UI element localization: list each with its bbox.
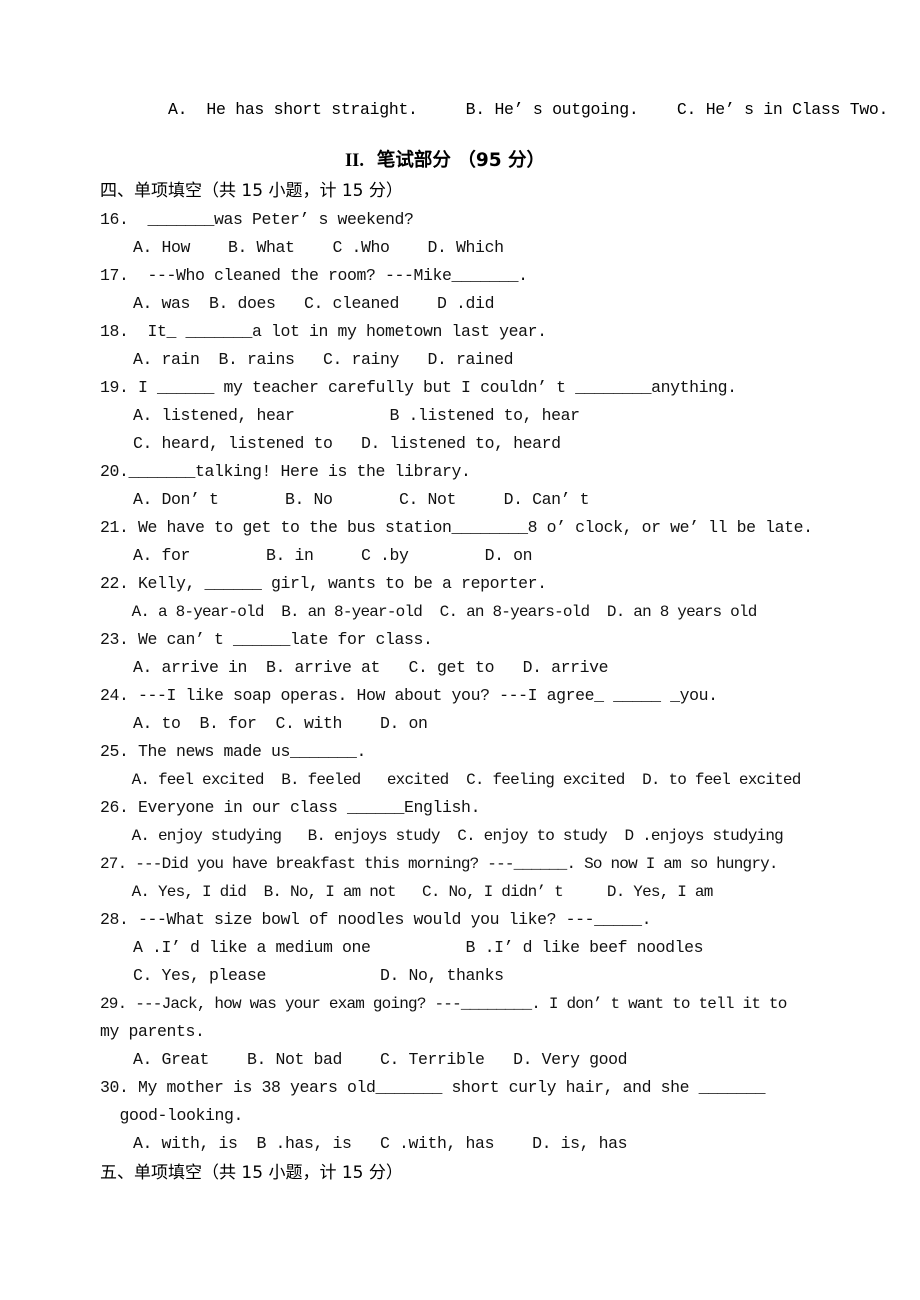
question-stem-19: 19. I ______ my teacher carefully but I … — [100, 378, 737, 397]
question-options-16-a: A. How B. What C .Who D. Which — [114, 238, 504, 257]
question-options-17-a: A. was B. does C. cleaned D .did — [114, 294, 495, 313]
question-stem-27: 27. ---Did you have breakfast this morni… — [100, 855, 779, 873]
question-stem-29: 29. ---Jack, how was your exam going? --… — [100, 995, 787, 1013]
question-options-18-a: A. rain B. rains C. rainy D. rained — [114, 350, 514, 369]
question-stem-20: 20._______talking! Here is the library. — [100, 462, 471, 481]
question-options-24-a: A. to B. for C. with D. on — [114, 714, 428, 733]
question-stem-18: 18. It_ _______a lot in my hometown last… — [100, 322, 547, 341]
question-stem-24: 24. ---I like soap operas. How about you… — [100, 686, 718, 705]
section-title-separator — [364, 150, 377, 171]
question-options-19-b: C. heard, listened to D. listened to, he… — [114, 434, 561, 453]
question-stem-28: 28. ---What size bowl of noodles would y… — [100, 910, 652, 929]
question-options-27-a: A. Yes, I did B. No, I am not C. No, I d… — [114, 883, 714, 901]
question-options-28-a: A .I’ d like a medium one B .I’ d like b… — [114, 938, 704, 957]
question-stem-22: 22. Kelly, ______ girl, wants to be a re… — [100, 574, 547, 593]
question-stem-16: 16. _______was Peter’ s weekend? — [100, 210, 414, 229]
question-options-30-a: A. with, is B .has, is C .with, has D. i… — [114, 1134, 628, 1153]
question-stem-26: 26. Everyone in our class ______English. — [100, 798, 481, 817]
section-title: II. 笔试部分 （95 分） — [100, 146, 860, 176]
question-options-19-a: A. listened, hear B .listened to, hear — [114, 406, 580, 425]
question-stem-29-continuation: my parents. — [100, 1022, 205, 1041]
section-title-roman: II. — [344, 151, 364, 171]
exam-paper-page: A. He has short straight. B. He’ s outgo… — [0, 0, 920, 1300]
question-options-20-a: A. Don’ t B. No C. Not D. Can’ t — [114, 490, 590, 509]
page-content: A. He has short straight. B. He’ s outgo… — [100, 96, 889, 1188]
question-stem-17: 17. ---Who cleaned the room? ---Mike____… — [100, 266, 528, 285]
question-stem-23: 23. We can’ t ______late for class. — [100, 630, 433, 649]
question-stem-30-continuation: good-looking. — [110, 1106, 244, 1125]
section-title-points: （95 分） — [457, 150, 546, 171]
question-options-25-a: A. feel excited B. feeled excited C. fee… — [114, 771, 802, 789]
question-options-28-b: C. Yes, please D. No, thanks — [114, 966, 504, 985]
question-stem-30: 30. My mother is 38 years old_______ sho… — [100, 1078, 766, 1097]
question-options-21-a: A. for B. in C .by D. on — [114, 546, 533, 565]
heading-section-four: 四、单项填空（共 15 小题，计 15 分） — [100, 181, 403, 201]
carry-over-choices-line: A. He has short straight. B. He’ s outgo… — [168, 100, 889, 119]
question-stem-25: 25. The news made us_______. — [100, 742, 367, 761]
section-title-chinese: 笔试部分 — [376, 150, 451, 171]
question-options-26-a: A. enjoy studying B. enjoys study C. enj… — [114, 827, 784, 845]
question-options-29-a: A. Great B. Not bad C. Terrible D. Very … — [114, 1050, 628, 1069]
question-options-22-a: A. a 8-year-old B. an 8-year-old C. an 8… — [114, 603, 758, 621]
spacer-before-section-title — [100, 124, 860, 146]
heading-section-five: 五、单项填空（共 15 小题，计 15 分） — [100, 1163, 403, 1183]
question-options-23-a: A. arrive in B. arrive at C. get to D. a… — [114, 658, 609, 677]
question-stem-21: 21. We have to get to the bus station___… — [100, 518, 813, 537]
